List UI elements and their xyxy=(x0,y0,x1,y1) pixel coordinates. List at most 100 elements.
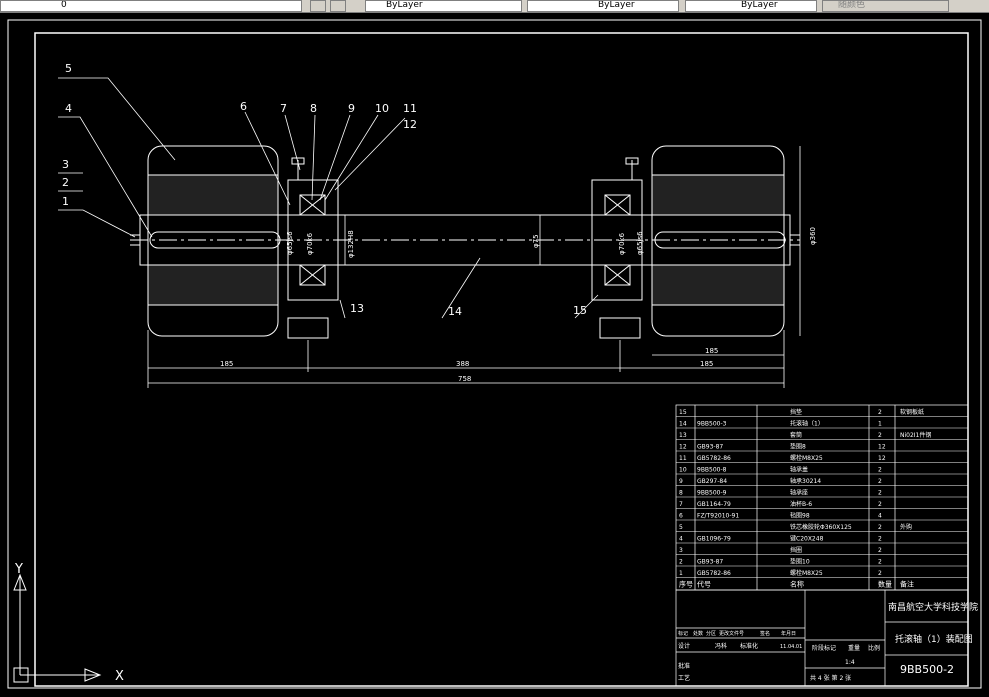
title-block-labels: 标记 处数 分区 更改文件号 签名 年月日 xyxy=(678,630,796,637)
linetype-value: ByLayer xyxy=(598,0,635,10)
right-bearing-housing xyxy=(591,157,643,339)
parts-cell-no: 11 xyxy=(679,455,687,462)
dim-center: φ132H8 xyxy=(347,230,355,258)
parts-cell-qty: 2 xyxy=(878,478,882,485)
parts-cell-no: 12 xyxy=(679,444,687,451)
inner-frame xyxy=(34,32,969,687)
parts-cell-no: 1 xyxy=(679,570,683,577)
process-label: 工艺 xyxy=(678,674,690,682)
scale-value: 1:4 xyxy=(845,659,855,666)
parts-cell-name: 挡垫 xyxy=(790,408,802,416)
std-label: 标准化 xyxy=(740,642,758,650)
parts-cell-qty: 2 xyxy=(878,570,882,577)
parts-header-material: 备注 xyxy=(900,580,914,589)
approve-label: 批准 xyxy=(678,662,690,670)
dim-left-shaft: φ70k6 xyxy=(306,232,314,255)
dim-len-total: 758 xyxy=(458,375,471,383)
parts-cell-name: 毡圈98 xyxy=(790,512,810,520)
ucs-y-label: Y xyxy=(14,562,23,577)
callout-2: 2 xyxy=(62,176,69,189)
drawing-number: 9BB500-2 xyxy=(900,663,954,676)
shaft xyxy=(130,214,800,266)
dim-right-bore: φ65js6 xyxy=(636,231,644,255)
callout-14: 14 xyxy=(448,305,462,318)
color-dropdown[interactable]: ByLayer xyxy=(365,0,522,12)
parts-cell-qty: 2 xyxy=(878,524,882,531)
parts-cell-qty: 2 xyxy=(878,547,882,554)
layer-value: 0 xyxy=(61,0,67,10)
layer-previous-button[interactable] xyxy=(310,0,326,12)
title-block-label: 签名 xyxy=(760,630,770,637)
dim-right-mid: φ75 xyxy=(532,234,540,248)
outer-frame xyxy=(7,19,982,689)
parts-cell-name: 托滚轴（1） xyxy=(790,420,824,428)
callout-5: 5 xyxy=(65,62,72,75)
layer-dropdown[interactable]: 0 xyxy=(0,0,302,12)
parts-cell-no: 14 xyxy=(679,421,687,428)
designer-name: 冯科 xyxy=(715,642,727,650)
title-block-text: 南昌航空大学科技学院 托滚轴（1）装配图 9BB500-2 1:4 共 4 张 … xyxy=(678,601,978,682)
parts-cell-qty: 2 xyxy=(878,501,882,508)
parts-cell-name: 垫圈10 xyxy=(790,558,810,566)
school-name: 南昌航空大学科技学院 xyxy=(888,601,978,613)
parts-cell-no: 15 xyxy=(679,409,687,416)
callout-15: 15 xyxy=(573,304,587,317)
linetype-dropdown[interactable]: ByLayer xyxy=(527,0,679,12)
color-value: ByLayer xyxy=(386,0,423,10)
parts-header-no: 序号 xyxy=(679,580,693,589)
parts-cell-code: GB5782-86 xyxy=(697,570,731,577)
parts-cell-qty: 2 xyxy=(878,432,882,439)
parts-cell-no: 13 xyxy=(679,432,687,439)
callout-1: 1 xyxy=(62,195,69,208)
drawing-canvas[interactable]: 185 388 185 758 185 φ360 φ65js6 φ70k6 φ1… xyxy=(0,13,989,693)
parts-cell-code: GB93-87 xyxy=(697,444,723,451)
parts-cell-qty: 12 xyxy=(878,444,886,451)
dim-len-right-wheel: 185 xyxy=(705,347,718,355)
parts-cell-code: GB1164-79 xyxy=(697,501,731,508)
callout-9: 9 xyxy=(348,102,355,115)
parts-cell-name: 垫圈8 xyxy=(790,443,806,451)
parts-cell-code: 9BB500-3 xyxy=(697,421,727,428)
parts-cell-qty: 2 xyxy=(878,536,882,543)
plotstyle-dropdown[interactable]: 随颜色 xyxy=(822,0,949,12)
lineweight-dropdown[interactable]: ByLayer xyxy=(685,0,817,12)
parts-cell-qty: 2 xyxy=(878,409,882,416)
left-wheel xyxy=(147,145,279,337)
parts-cell-code: GB93-87 xyxy=(697,559,723,566)
parts-rows: 15 挡垫 2 软钢板纸14 9BB500-3 托滚轴（1） 113 套筒 2 Ni02I1件钢1… xyxy=(676,408,968,589)
callout-12: 12 xyxy=(403,118,417,131)
parts-cell-code: FZ/T92010-91 xyxy=(697,513,739,520)
title-block-label: 处数 xyxy=(693,630,703,637)
dim-left-bore: φ65js6 xyxy=(286,231,294,255)
parts-cell-name: 轴承座 xyxy=(790,489,808,497)
callout-13: 13 xyxy=(350,302,364,315)
parts-cell-qty: 2 xyxy=(878,559,882,566)
parts-cell-material: Ni02I1件钢 xyxy=(900,431,931,439)
layer-manager-button[interactable] xyxy=(330,0,346,12)
parts-cell-material: 软钢板纸 xyxy=(900,408,924,416)
sheet-count: 共 4 张 第 2 张 xyxy=(810,674,851,682)
parts-cell-no: 2 xyxy=(679,559,683,566)
parts-cell-name: 键C20X248 xyxy=(790,535,824,543)
dim-len-left: 185 xyxy=(220,360,233,368)
parts-cell-name: 铁芯橡胶轮Φ360X125 xyxy=(790,523,852,531)
assembly-drawing: 185 388 185 758 185 φ360 φ65js6 φ70k6 φ1… xyxy=(7,19,982,689)
parts-cell-name: 套筒 xyxy=(790,431,802,439)
callout-7: 7 xyxy=(280,102,287,115)
parts-cell-qty: 2 xyxy=(878,467,882,474)
dim-wheel-dia: φ360 xyxy=(809,227,817,245)
callout-4: 4 xyxy=(65,102,72,115)
parts-header-qty: 数量 xyxy=(878,580,892,589)
parts-header-name: 名称 xyxy=(790,580,804,589)
parts-cell-no: 8 xyxy=(679,490,683,497)
properties-toolbar: 0 ByLayer ByLayer ByLayer 随颜色 xyxy=(0,0,989,13)
parts-cell-no: 9 xyxy=(679,478,683,485)
dim-len-mid: 388 xyxy=(456,360,469,368)
title-block-label: 标记 xyxy=(678,630,688,637)
lineweight-value: ByLayer xyxy=(741,0,778,10)
plotstyle-value: 随颜色 xyxy=(838,0,866,10)
parts-cell-qty: 4 xyxy=(878,513,882,520)
parts-cell-code: 9BB500-8 xyxy=(697,467,727,474)
parts-cell-qty: 1 xyxy=(878,421,882,428)
dim-right-shaft: φ70k6 xyxy=(618,232,626,255)
